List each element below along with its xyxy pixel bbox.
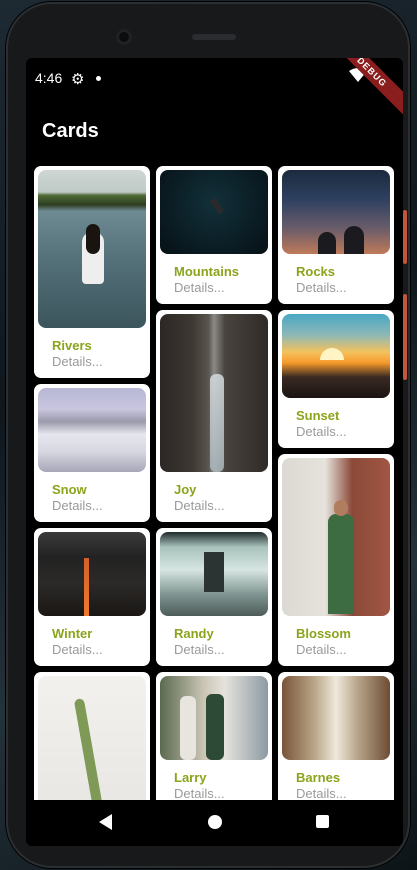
card-subtitle: Details... [52,642,103,657]
card-subtitle: Details... [296,280,347,295]
earpiece [192,34,236,40]
power-button [403,294,407,380]
back-icon[interactable] [99,814,112,830]
navigation-bar [26,800,403,846]
card-title: Sunset [296,408,340,423]
card-title: Larry [174,770,207,785]
card-image [160,676,268,760]
card-title: Randy [174,626,214,641]
card-title: Winter [52,626,93,641]
card-image [38,676,146,816]
card-title: Rocks [296,264,336,279]
card-image [38,532,146,616]
card-subtitle: Details... [52,498,103,513]
card-winter[interactable]: Winter Details... [34,528,150,666]
screen: 4:46 ⚙ DEBUG Cards Rivers Details... Sno… [26,58,403,846]
card-title: Blossom [296,626,351,641]
card-subtitle: Details... [174,786,225,801]
card-subtitle: Details... [174,498,225,513]
card-subtitle: Details... [52,354,103,369]
card-title: Barnes [296,770,341,785]
volume-button [403,210,407,264]
card-larry[interactable]: Larry Details... [156,672,272,812]
card-mountains[interactable]: Mountains Details... [156,166,272,304]
card-image [282,170,390,254]
card-title: Rivers [52,338,92,353]
home-icon[interactable] [208,815,222,829]
card-grid[interactable]: Rivers Details... Snow Details... Winter… [26,58,403,816]
card-rocks[interactable]: Rocks Details... [278,166,394,304]
card-image [160,170,268,254]
card-rivers[interactable]: Rivers Details... [34,166,150,378]
card-subtitle: Details... [174,280,225,295]
card-title: Mountains [174,264,239,279]
card-image [160,314,268,472]
card-image [38,388,146,472]
card-subtitle: Details... [174,642,225,657]
card-joy[interactable]: Joy Details... [156,310,272,522]
phone-frame: 4:46 ⚙ DEBUG Cards Rivers Details... Sno… [6,2,410,868]
card-subtitle: Details... [296,642,347,657]
card-image [282,676,390,760]
front-camera [116,29,132,45]
card-subtitle: Details... [296,424,347,439]
card-blossom[interactable]: Blossom Details... [278,454,394,666]
card-image [38,170,146,328]
card-image [282,458,390,616]
card-randy[interactable]: Randy Details... [156,528,272,666]
card-subtitle: Details... [296,786,347,801]
card-title: Snow [52,482,87,497]
card-sunset[interactable]: Sunset Details... [278,310,394,448]
card-image [160,532,268,616]
card-image [282,314,390,398]
recents-icon[interactable] [316,815,329,828]
card-title: Joy [174,482,197,497]
card-snow[interactable]: Snow Details... [34,384,150,522]
card-barnes[interactable]: Barnes Details... [278,672,394,812]
card-leaf[interactable] [34,672,150,816]
